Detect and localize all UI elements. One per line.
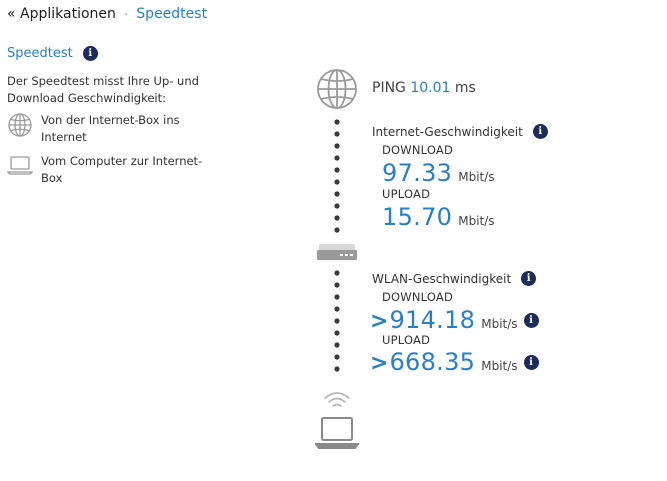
legend-label-computer: Vom Computer zur Internet-Box: [41, 154, 203, 185]
internet-download-label: DOWNLOAD: [382, 143, 454, 157]
sidebar-description: Der Speedtest misst Ihre Up- und Downloa…: [7, 74, 199, 105]
connection-dots-lower: [334, 270, 340, 372]
info-icon[interactable]: i: [523, 313, 539, 328]
internet-upload-unit: Mbit/s: [458, 214, 495, 228]
ping-unit: ms: [454, 80, 476, 96]
internet-speed-title-text: Internet-Geschwindigkeit: [372, 124, 523, 139]
wlan-upload-unit: Mbit/s: [481, 359, 518, 373]
wlan-upload-metric: > 668.35 Mbit/s i: [370, 349, 539, 376]
wlan-upload-label: UPLOAD: [382, 333, 431, 347]
wlan-download-value: 914.18: [389, 306, 476, 334]
router-icon: [317, 244, 357, 260]
legend-item-computer: Vom Computer zur Internet-Box: [6, 153, 206, 187]
legend-item-internet: Von der Internet-Box ins Internet: [7, 112, 206, 146]
wlan-speed-title: WLAN-Geschwindigkeit i: [372, 271, 537, 286]
internet-download-value: 97.33: [382, 159, 453, 187]
connection-dots-upper: [334, 119, 340, 233]
globe-icon: [7, 112, 33, 143]
breadcrumb: « Applikationen · Speedtest: [7, 6, 207, 22]
info-icon[interactable]: i: [532, 124, 548, 139]
wlan-upload-value: 668.35: [389, 348, 476, 376]
breadcrumb-back-link[interactable]: « Applikationen: [7, 6, 116, 22]
internet-download-unit: Mbit/s: [458, 170, 495, 184]
wlan-download-metric: > 914.18 Mbit/s i: [370, 307, 539, 334]
info-icon[interactable]: i: [521, 271, 537, 286]
info-icon[interactable]: i: [82, 46, 98, 61]
wlan-download-label: DOWNLOAD: [382, 290, 454, 304]
info-icon[interactable]: i: [523, 355, 539, 370]
internet-download-metric: 97.33 Mbit/s: [382, 160, 495, 186]
connection-diagram: [314, 68, 360, 458]
laptop-icon: [314, 417, 360, 449]
internet-upload-label: UPLOAD: [382, 187, 431, 201]
globe-icon: [317, 69, 357, 109]
sidebar-title-text[interactable]: Speedtest: [7, 46, 73, 61]
internet-upload-metric: 15.70 Mbit/s: [382, 204, 495, 230]
legend-label-internet: Von der Internet-Box ins Internet: [41, 113, 180, 144]
wifi-icon: [324, 392, 350, 407]
wlan-download-unit: Mbit/s: [481, 317, 518, 331]
wlan-speed-title-text: WLAN-Geschwindigkeit: [372, 271, 512, 286]
internet-upload-value: 15.70: [382, 203, 453, 231]
internet-speed-title: Internet-Geschwindigkeit i: [372, 124, 548, 139]
breadcrumb-current[interactable]: Speedtest: [136, 6, 207, 22]
laptop-icon: [6, 153, 34, 182]
breadcrumb-separator: ·: [124, 8, 128, 21]
ping-label: PING: [372, 80, 406, 96]
greater-than-indicator: >: [370, 309, 389, 334]
ping-value: 10.01: [410, 80, 451, 96]
ping-readout: PING 10.01 ms: [372, 80, 476, 96]
sidebar-title: Speedtest i: [7, 46, 98, 61]
greater-than-indicator: >: [370, 351, 389, 376]
